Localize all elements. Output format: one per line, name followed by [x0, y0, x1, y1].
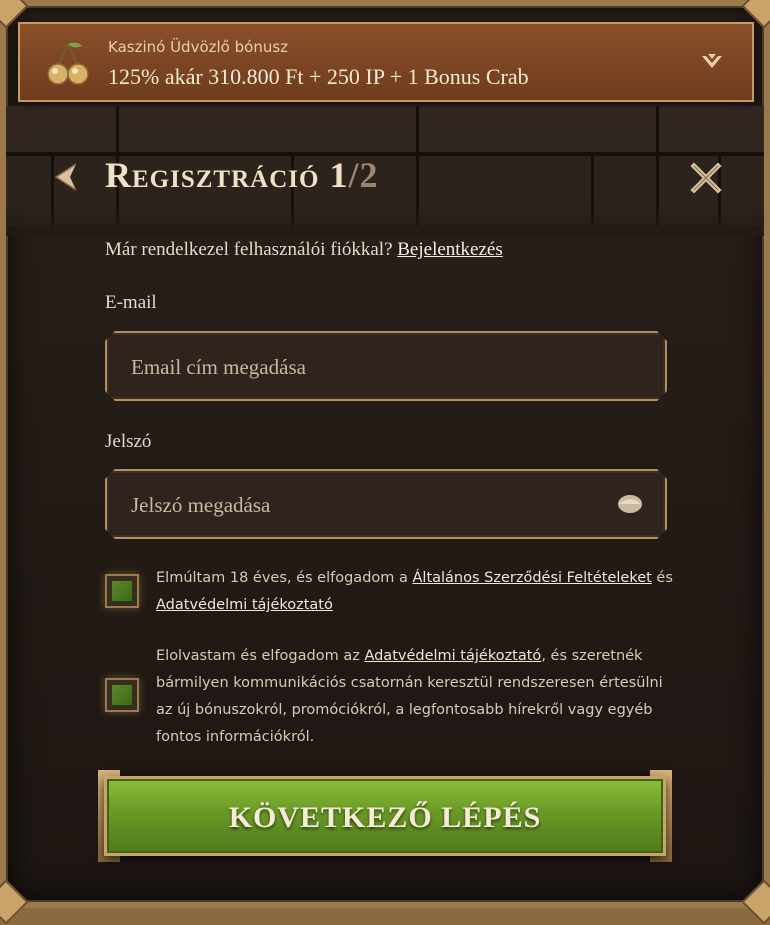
email-field-wrapper [105, 331, 667, 401]
password-field-wrapper [105, 469, 667, 539]
title-step-total: /2 [348, 155, 379, 195]
bonus-subtitle: Kaszinó Üdvözlő bónusz [108, 38, 289, 56]
age-terms-text: Elmúltam 18 éves, és elfogadom a Általán… [156, 570, 673, 613]
age-terms-checkbox[interactable] [105, 574, 139, 608]
password-field[interactable] [129, 471, 613, 539]
checkbox-checked-mark [111, 580, 133, 602]
password-label: Jelszó [105, 431, 152, 452]
terms-link[interactable]: Általános Szerződési Feltételeket [413, 570, 652, 586]
next-step-button[interactable]: KÖVETKEZŐ LÉPÉS [104, 776, 666, 856]
chevron-down-icon[interactable] [700, 52, 724, 74]
checkbox-checked-mark [111, 684, 133, 706]
login-link[interactable]: Bejelentkezés [397, 239, 503, 260]
cherries-icon [46, 40, 90, 86]
bonus-offer: 125% akár 310.800 Ft + 250 IP + 1 Bonus … [108, 64, 529, 89]
arrow-left-icon[interactable] [50, 160, 80, 194]
marketing-consent-text: Elolvastam és elfogadom az Adatvédelmi t… [156, 648, 663, 745]
login-prompt: Már rendelkezel felhasználói fiókkal? Be… [105, 239, 503, 260]
page-title: Regisztráció 1/2 [105, 154, 378, 196]
marketing-consent-checkbox[interactable] [105, 678, 139, 712]
next-step-label: KÖVETKEZŐ LÉPÉS [228, 801, 542, 834]
email-field[interactable] [129, 333, 613, 401]
eye-icon[interactable] [617, 493, 643, 515]
email-label: E-mail [105, 292, 157, 313]
title-main: Regisztráció 1 [105, 155, 349, 195]
privacy-link-marketing[interactable]: Adatvédelmi tájékoztató [364, 648, 541, 664]
bonus-banner[interactable]: Kaszinó Üdvözlő bónusz 125% akár 310.800… [18, 22, 754, 102]
privacy-link[interactable]: Adatvédelmi tájékoztató [156, 597, 333, 613]
close-icon[interactable] [688, 160, 724, 196]
